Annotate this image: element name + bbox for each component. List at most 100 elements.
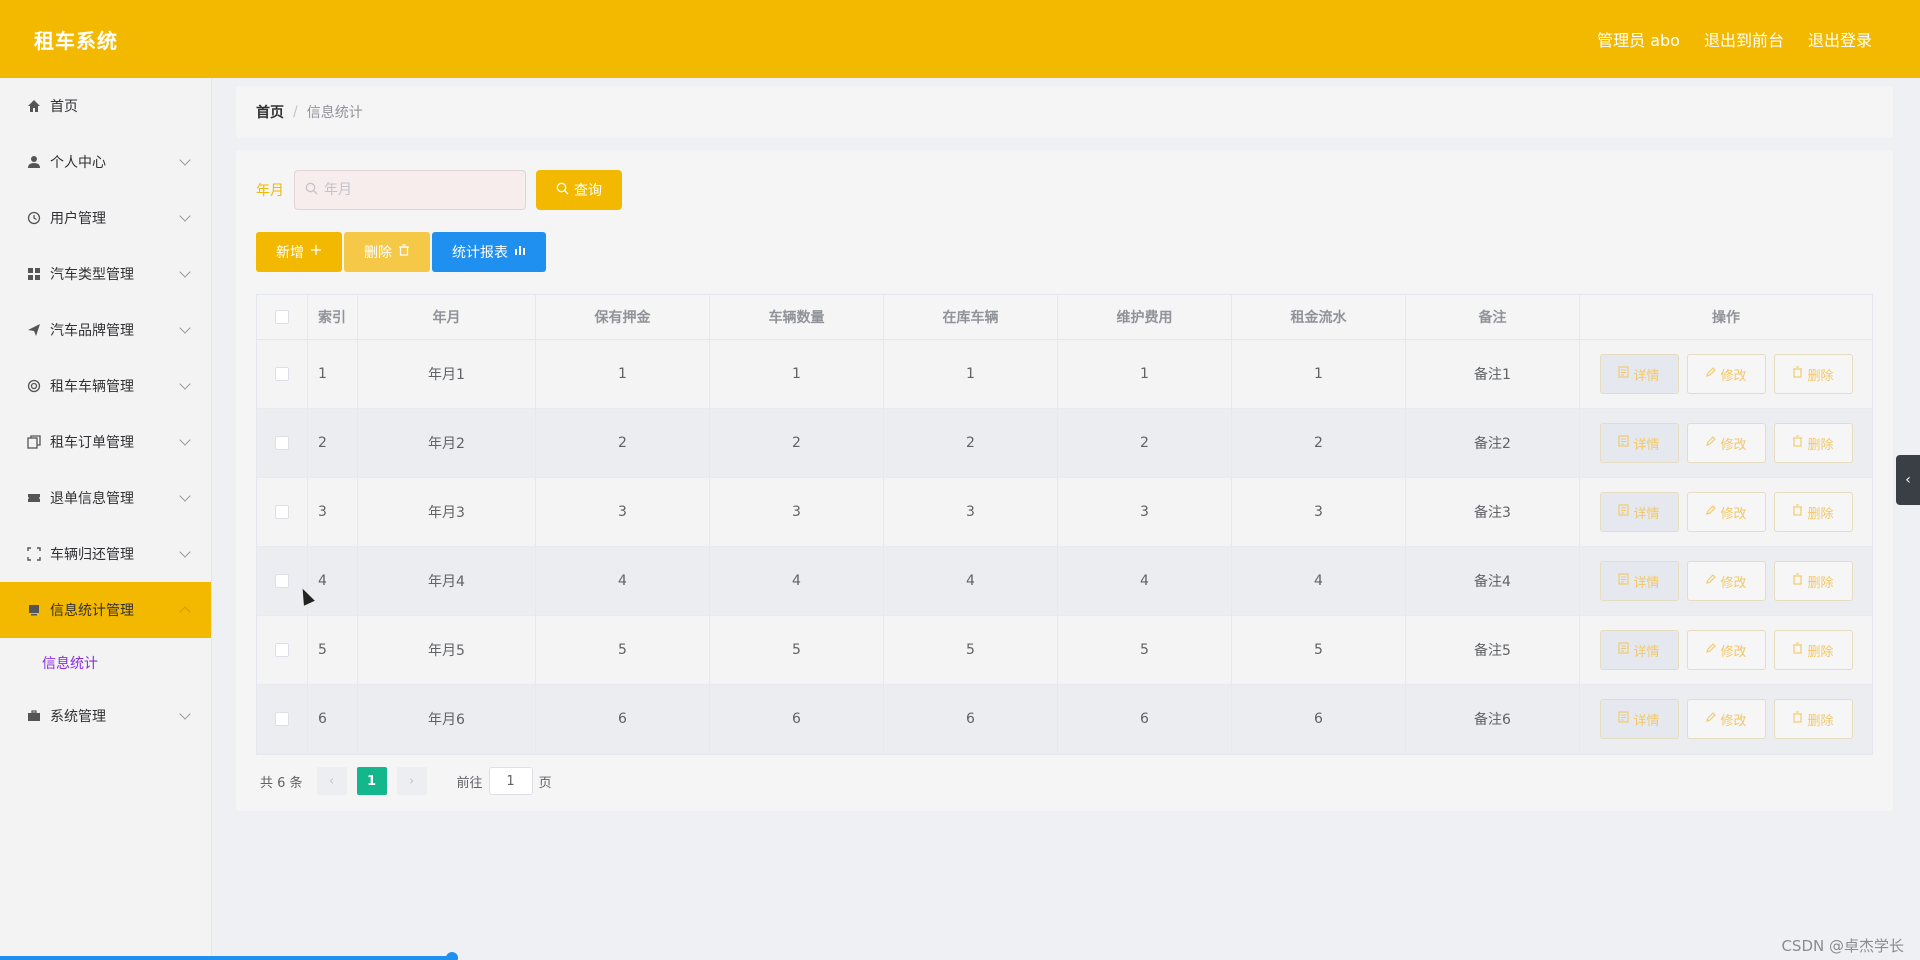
edit-button[interactable]: 修改 (1686, 423, 1766, 463)
next-page-button[interactable]: › (396, 767, 427, 795)
pagination-total: 共 6 条 (260, 775, 303, 791)
sidebar-item-car-brand[interactable]: 汽车品牌管理 (0, 302, 211, 358)
sidebar-item-user-management[interactable]: 用户管理 (0, 190, 211, 246)
delete-button[interactable]: 删除 (1773, 699, 1853, 739)
batch-delete-button[interactable]: 删除 (344, 232, 430, 272)
query-button[interactable]: 查询 (536, 170, 622, 210)
sidebar-subitem-statistics[interactable]: 信息统计 (0, 638, 211, 688)
sidebar-item-system-management[interactable]: 系统管理 (0, 688, 211, 744)
column-header: 保有押金 (536, 295, 710, 339)
header-actions: 管理员 abo 退出到前台 退出登录 (1597, 27, 1872, 51)
detail-button[interactable]: 详情 (1599, 423, 1679, 463)
delete-button[interactable]: 删除 (1773, 630, 1853, 670)
detail-button-label: 详情 (1633, 368, 1660, 384)
row-checkbox[interactable] (275, 712, 289, 726)
add-button[interactable]: 新增 (256, 232, 342, 272)
detail-button[interactable]: 详情 (1599, 492, 1679, 532)
row-checkbox[interactable] (275, 574, 289, 588)
table-cell: 备注4 (1406, 547, 1580, 615)
chevron-down-icon (179, 322, 191, 334)
year-month-input[interactable] (324, 182, 504, 198)
table-cell: 2 (1232, 409, 1406, 477)
sidebar-item-refund-info[interactable]: 退单信息管理 (0, 470, 211, 526)
delete-button-label: 删除 (1807, 575, 1834, 591)
edit-button[interactable]: 修改 (1686, 561, 1766, 601)
delete-button[interactable]: 删除 (1773, 354, 1853, 394)
scrollbar-knob[interactable] (446, 952, 458, 960)
column-header: 在库车辆 (884, 295, 1058, 339)
edit-button-label: 修改 (1720, 506, 1747, 522)
edit-button[interactable]: 修改 (1686, 492, 1766, 532)
search-form: 年月 查询 (256, 170, 1873, 210)
search-box (294, 170, 526, 210)
goto-page-input[interactable] (488, 767, 533, 795)
detail-button[interactable]: 详情 (1599, 561, 1679, 601)
page-number-button[interactable]: 1 (356, 767, 387, 795)
page-unit-label: 页 (538, 775, 552, 791)
table-cell: 4 (710, 547, 884, 615)
sidebar-item-label: 信息统计管理 (50, 603, 134, 619)
table-cell: 年月2 (358, 409, 536, 477)
document-icon (1618, 504, 1630, 520)
admin-user-label[interactable]: 管理员 abo (1597, 27, 1680, 51)
clock-icon (26, 210, 42, 226)
detail-button-label: 详情 (1633, 713, 1660, 729)
edit-button-label: 修改 (1720, 713, 1747, 729)
delete-button[interactable]: 删除 (1773, 423, 1853, 463)
sidebar-item-statistics-management[interactable]: 信息统计管理 (0, 582, 211, 638)
sidebar-item-vehicle-return[interactable]: 车辆归还管理 (0, 526, 211, 582)
document-icon (1618, 366, 1630, 382)
row-checkbox[interactable] (275, 436, 289, 450)
sidebar-item-rental-order[interactable]: 租车订单管理 (0, 414, 211, 470)
trash-icon (1792, 573, 1803, 589)
breadcrumb-home[interactable]: 首页 (256, 102, 284, 122)
table-cell: 备注2 (1406, 409, 1580, 477)
document-icon (1618, 435, 1630, 451)
column-header: 年月 (358, 295, 536, 339)
table-cell: 2 (308, 409, 358, 477)
edit-button[interactable]: 修改 (1686, 354, 1766, 394)
detail-button[interactable]: 详情 (1599, 630, 1679, 670)
delete-button[interactable]: 删除 (1773, 561, 1853, 601)
table-cell: 5 (710, 616, 884, 684)
sidebar-item-label: 汽车类型管理 (50, 267, 134, 283)
exit-to-front-link[interactable]: 退出到前台 (1704, 27, 1784, 51)
document-icon (1618, 642, 1630, 658)
logout-link[interactable]: 退出登录 (1808, 27, 1872, 51)
table-cell: 1 (710, 340, 884, 408)
table-cell: 1 (536, 340, 710, 408)
table-row: 2 年月2 2 2 2 2 2 备注2 详情 修改 删除 (257, 409, 1872, 478)
prev-page-button[interactable]: ‹ (316, 767, 347, 795)
select-all-checkbox[interactable] (275, 310, 289, 324)
edit-button[interactable]: 修改 (1686, 630, 1766, 670)
table-cell: 6 (710, 685, 884, 753)
delete-button-label: 删除 (1807, 368, 1834, 384)
pencil-icon (1705, 435, 1717, 451)
row-checkbox[interactable] (275, 505, 289, 519)
sidebar-item-personal-center[interactable]: 个人中心 (0, 134, 211, 190)
statistics-report-button[interactable]: 统计报表 (432, 232, 546, 272)
edit-button[interactable]: 修改 (1686, 699, 1766, 739)
table-cell: 3 (710, 478, 884, 546)
row-checkbox[interactable] (275, 367, 289, 381)
sidebar-item-rental-vehicle[interactable]: 租车车辆管理 (0, 358, 211, 414)
grid-icon (26, 266, 42, 282)
row-actions: 详情 修改 删除 (1599, 423, 1853, 463)
collapse-handle-button[interactable]: ‹ (1896, 455, 1920, 505)
sidebar-item-home[interactable]: 首页 (0, 78, 211, 134)
detail-button[interactable]: 详情 (1599, 354, 1679, 394)
detail-button-label: 详情 (1633, 506, 1660, 522)
row-checkbox[interactable] (275, 643, 289, 657)
row-actions: 详情 修改 删除 (1599, 354, 1853, 394)
sidebar-item-car-type[interactable]: 汽车类型管理 (0, 246, 211, 302)
table-header: 索引 年月 保有押金 车辆数量 在库车辆 维护费用 租金流水 备注 操作 (257, 295, 1872, 340)
frame-icon (26, 546, 42, 562)
table-cell: 年月3 (358, 478, 536, 546)
delete-button[interactable]: 删除 (1773, 492, 1853, 532)
chevron-up-icon (179, 606, 191, 618)
sidebar-item-label: 汽车品牌管理 (50, 323, 134, 339)
detail-button[interactable]: 详情 (1599, 699, 1679, 739)
horizontal-scrollbar[interactable] (0, 952, 458, 960)
table-cell: 5 (884, 616, 1058, 684)
row-actions: 详情 修改 删除 (1599, 492, 1853, 532)
